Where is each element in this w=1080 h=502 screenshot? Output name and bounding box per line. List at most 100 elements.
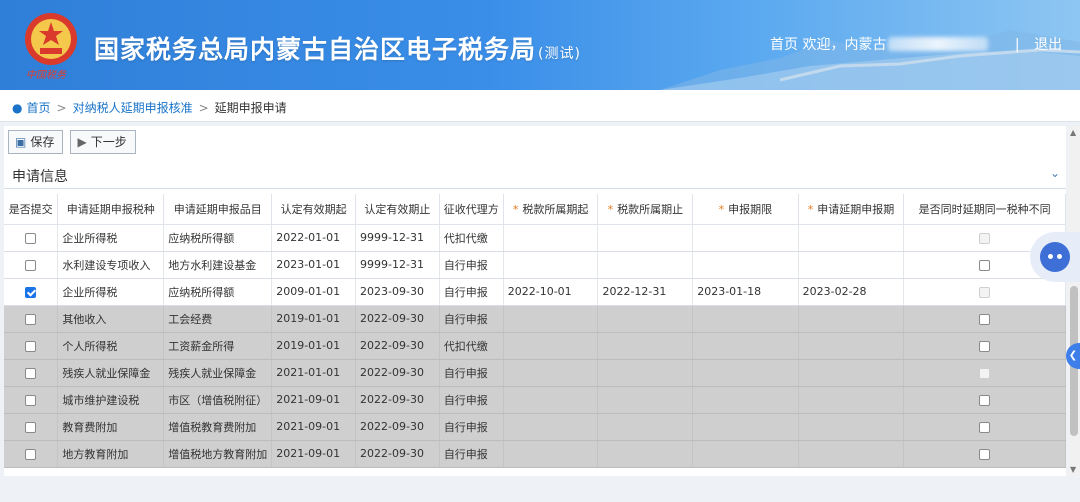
submit-cell xyxy=(4,251,59,279)
extended-deadline-cell[interactable] xyxy=(798,359,905,387)
tax-type-cell: 其他收入 xyxy=(57,305,165,333)
period-to-cell[interactable] xyxy=(597,332,694,360)
deadline-cell[interactable] xyxy=(692,440,799,468)
submit-checkbox[interactable] xyxy=(25,421,37,433)
chevron-down-icon[interactable]: ⌄ xyxy=(1050,166,1060,180)
period-to-cell[interactable] xyxy=(597,386,694,414)
period-to-cell[interactable] xyxy=(597,440,694,468)
submit-cell xyxy=(4,413,59,441)
period-from-cell[interactable] xyxy=(503,332,599,360)
column-header: * 申请延期申报期 xyxy=(798,194,905,225)
valid-to-cell: 2022-09-30 xyxy=(355,305,440,333)
period-from-cell[interactable] xyxy=(503,386,599,414)
tax-type-cell: 企业所得税 xyxy=(57,224,165,252)
deadline-cell[interactable] xyxy=(692,386,799,414)
extended-deadline-cell[interactable]: 2023-02-28 xyxy=(798,278,905,306)
valid-from-cell: 2021-09-01 xyxy=(271,413,357,441)
vertical-scrollbar[interactable]: ▲ ▼ xyxy=(1068,126,1080,476)
same-tax-extension-cell xyxy=(903,359,1066,387)
breadcrumb-home[interactable]: 首页 xyxy=(26,101,50,115)
robot-assistant-icon[interactable] xyxy=(1030,232,1080,282)
scroll-up-icon[interactable]: ▲ xyxy=(1070,128,1076,137)
submit-checkbox[interactable] xyxy=(25,286,37,298)
required-star-icon: * xyxy=(607,202,614,216)
logout-link[interactable]: 退出 xyxy=(1034,37,1062,53)
period-to-cell[interactable] xyxy=(597,224,694,252)
deadline-cell[interactable]: 2023-01-18 xyxy=(692,278,799,306)
period-to-cell[interactable] xyxy=(597,413,694,441)
column-header: * 申报期限 xyxy=(692,194,799,225)
column-header: 申请延期申报品目 xyxy=(163,194,273,225)
table-row: 地方教育附加 增值税地方教育附加 2021-09-01 2022-09-30 自行申报 xyxy=(4,440,1066,468)
site-title: 国家税务总局内蒙古自治区电子税务局 (测试) xyxy=(94,30,581,66)
table-row: 其他收入 工会经费 2019-01-01 2022-09-30 自行申报 xyxy=(4,305,1066,333)
main-panel: ▣ 保存 ▶ 下一步 申请信息 ⌄ 是否提交 申请延期申报税种 申请延期申报品目 认定有效… xyxy=(4,126,1066,476)
column-header: 认定有效期止 xyxy=(355,194,440,225)
submit-checkbox[interactable] xyxy=(25,313,37,325)
scroll-down-icon[interactable]: ▼ xyxy=(1070,465,1076,474)
same-tax-extension-cell xyxy=(903,413,1066,441)
period-to-cell[interactable] xyxy=(597,359,694,387)
same-tax-extension-checkbox[interactable] xyxy=(979,340,991,352)
deadline-cell[interactable] xyxy=(692,359,799,387)
column-header-label: 申报期限 xyxy=(728,202,773,216)
extended-deadline-cell[interactable] xyxy=(798,386,905,414)
submit-checkbox[interactable] xyxy=(25,394,37,406)
valid-from-cell: 2019-01-01 xyxy=(271,305,357,333)
period-from-cell[interactable] xyxy=(503,224,599,252)
same-tax-extension-checkbox[interactable] xyxy=(979,421,991,433)
required-star-icon: * xyxy=(718,202,725,216)
header-divider: | xyxy=(1014,37,1020,53)
period-to-cell[interactable] xyxy=(597,251,694,279)
submit-checkbox[interactable] xyxy=(25,367,37,379)
extended-deadline-cell[interactable] xyxy=(798,440,905,468)
extended-deadline-cell[interactable] xyxy=(798,413,905,441)
period-from-cell[interactable]: 2022-10-01 xyxy=(503,278,599,306)
breadcrumb-approval[interactable]: 对纳税人延期申报核准 xyxy=(73,101,193,115)
submit-checkbox[interactable] xyxy=(25,340,37,352)
tax-item-cell: 残疾人就业保障金 xyxy=(163,359,273,387)
submit-checkbox[interactable] xyxy=(25,232,37,244)
save-button-label: 保存 xyxy=(30,135,55,149)
extended-deadline-cell[interactable] xyxy=(798,224,905,252)
period-from-cell[interactable] xyxy=(503,359,599,387)
extended-deadline-cell[interactable] xyxy=(798,305,905,333)
application-table: 是否提交 申请延期申报税种 申请延期申报品目 认定有效期起 认定有效期止 征收代理方 * 税款… xyxy=(4,194,1066,468)
table-row: 个人所得税 工资薪金所得 2019-01-01 2022-09-30 代扣代缴 xyxy=(4,332,1066,360)
submit-cell xyxy=(4,359,59,387)
valid-to-cell: 9999-12-31 xyxy=(355,224,440,252)
emblem-caption: 中国税务 xyxy=(26,70,66,81)
home-link[interactable]: 首页 xyxy=(770,37,798,53)
extended-deadline-cell[interactable] xyxy=(798,332,905,360)
period-to-cell[interactable]: 2022-12-31 xyxy=(597,278,694,306)
period-from-cell[interactable] xyxy=(503,251,599,279)
deadline-cell[interactable] xyxy=(692,413,799,441)
deadline-cell[interactable] xyxy=(692,224,799,252)
period-from-cell[interactable] xyxy=(503,440,599,468)
column-header-label: 税款所属期起 xyxy=(522,202,589,216)
column-header: * 税款所属期起 xyxy=(503,194,599,225)
breadcrumb-separator: > xyxy=(56,101,67,115)
extended-deadline-cell[interactable] xyxy=(798,251,905,279)
period-to-cell[interactable] xyxy=(597,305,694,333)
toolbar: ▣ 保存 ▶ 下一步 xyxy=(8,130,138,158)
tax-type-cell: 残疾人就业保障金 xyxy=(57,359,165,387)
period-from-cell[interactable] xyxy=(503,305,599,333)
next-step-button[interactable]: ▶ 下一步 xyxy=(70,130,136,154)
deadline-cell[interactable] xyxy=(692,332,799,360)
submit-cell xyxy=(4,278,59,306)
same-tax-extension-checkbox[interactable] xyxy=(979,448,991,460)
save-button[interactable]: ▣ 保存 xyxy=(8,130,64,154)
valid-from-cell: 2023-01-01 xyxy=(271,251,357,279)
submit-checkbox[interactable] xyxy=(25,259,37,271)
same-tax-extension-checkbox[interactable] xyxy=(979,394,991,406)
submit-checkbox[interactable] xyxy=(25,448,37,460)
same-tax-extension-checkbox[interactable] xyxy=(979,259,991,271)
valid-to-cell: 2023-09-30 xyxy=(355,278,440,306)
deadline-cell[interactable] xyxy=(692,305,799,333)
deadline-cell[interactable] xyxy=(692,251,799,279)
same-tax-extension-checkbox[interactable] xyxy=(979,313,991,325)
section-divider xyxy=(4,188,1066,189)
period-from-cell[interactable] xyxy=(503,413,599,441)
column-header-label: 认定有效期止 xyxy=(364,202,431,216)
